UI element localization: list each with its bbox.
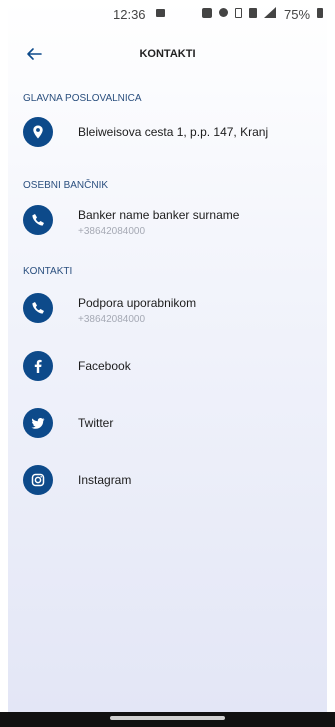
battery-icon — [317, 8, 323, 18]
app-screen: 12:36 75% KONTAKTI GLAVNA POSLOVALNICA B… — [8, 0, 327, 712]
contact-row-address[interactable]: Bleiweisova cesta 1, p.p. 147, Kranj — [23, 117, 323, 151]
contact-row-support[interactable]: Podpora uporabnikom +38642084000 — [23, 293, 323, 327]
contact-row-twitter[interactable]: Twitter — [23, 408, 323, 442]
phone-status-icon — [235, 7, 242, 18]
vibrate-icon — [249, 7, 257, 18]
address-text: Bleiweisova cesta 1, p.p. 147, Kranj — [78, 125, 269, 139]
home-gesture-bar[interactable] — [110, 716, 225, 720]
facebook-label: Facebook — [78, 359, 131, 373]
facebook-icon — [23, 351, 53, 381]
status-icons — [202, 7, 276, 18]
page-title: KONTAKTI — [139, 48, 196, 60]
photo-notification-icon — [156, 9, 165, 17]
alarm-icon — [219, 8, 228, 17]
back-arrow-icon[interactable] — [24, 44, 44, 64]
banker-phone: +38642084000 — [78, 226, 146, 237]
instagram-label: Instagram — [78, 473, 132, 487]
battery-percent: 75% — [284, 7, 311, 22]
twitter-label: Twitter — [78, 416, 114, 430]
banker-name: Banker name banker surname — [78, 208, 240, 222]
section-header-contacts: KONTAKTI — [23, 266, 73, 277]
support-phone: +38642084000 — [78, 314, 146, 325]
status-time: 12:36 — [113, 7, 146, 22]
contact-row-facebook[interactable]: Facebook — [23, 351, 323, 385]
contact-row-banker[interactable]: Banker name banker surname +38642084000 — [23, 205, 323, 239]
signal-icon — [264, 7, 276, 18]
section-header-main-branch: GLAVNA POSLOVALNICA — [23, 93, 142, 104]
instagram-icon — [23, 465, 53, 495]
phone-icon — [23, 293, 53, 323]
app-bar: KONTAKTI — [8, 44, 327, 68]
location-pin-icon — [23, 117, 53, 147]
contact-row-instagram[interactable]: Instagram — [23, 465, 323, 499]
status-bar: 12:36 75% — [8, 0, 327, 28]
volte-icon — [202, 7, 212, 18]
support-title: Podpora uporabnikom — [78, 296, 197, 310]
section-header-personal-banker: OSEBNI BANČNIK — [23, 180, 109, 191]
twitter-icon — [23, 408, 53, 438]
phone-icon — [23, 205, 53, 235]
